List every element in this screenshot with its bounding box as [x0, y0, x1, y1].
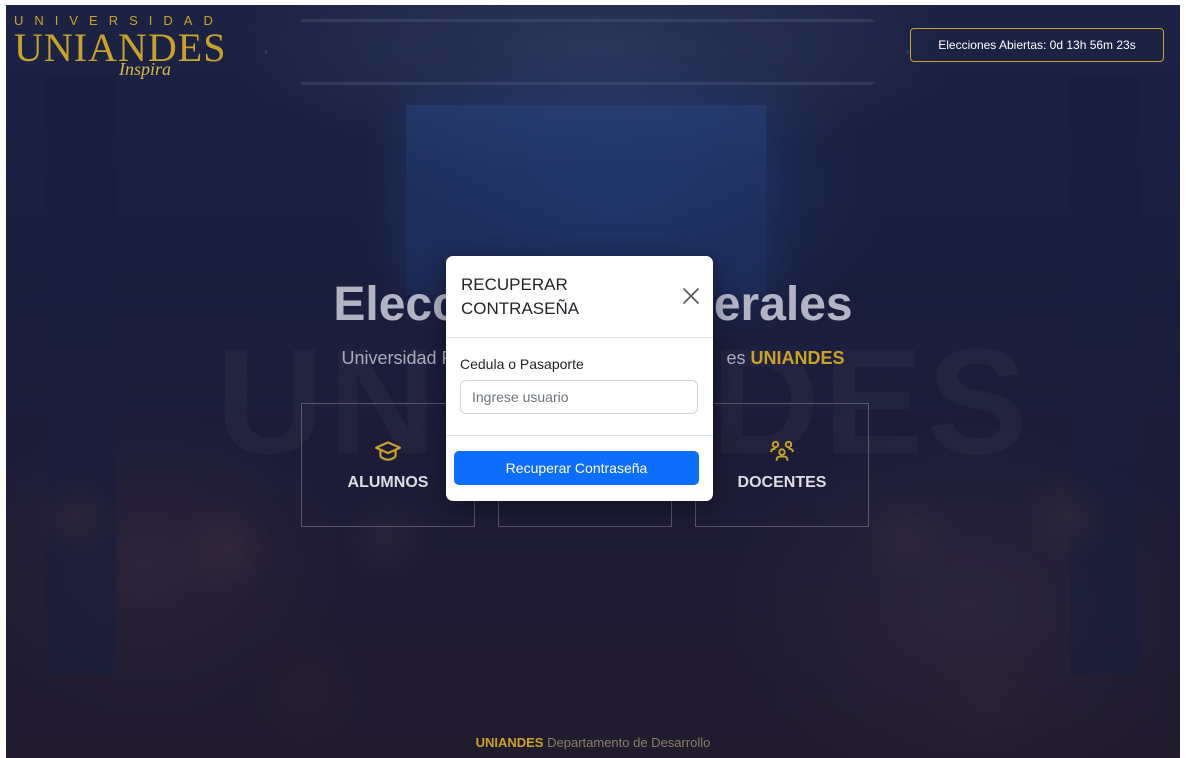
modal-body: Cedula o Pasaporte [446, 338, 713, 436]
users-icon [770, 440, 794, 461]
card-alumnos-label: ALUMNOS [347, 474, 429, 491]
logo-script-text: Inspira [119, 59, 172, 79]
graduation-cap-icon [375, 441, 401, 461]
university-logo: UNIVERSIDAD UNIANDES Inspira [14, 13, 226, 79]
hero-subtitle-brand: UNIANDES [750, 348, 845, 368]
footer-text: Departamento de Desarrollo [547, 735, 711, 750]
modal-header: RECUPERAR CONTRASEÑA [446, 256, 713, 338]
recover-password-button[interactable]: Recuperar Contraseña [454, 451, 699, 485]
hero-title-left: Elecc [333, 278, 459, 331]
election-timer: Elecciones Abiertas: 0d 13h 56m 23s [910, 28, 1164, 62]
card-docentes[interactable]: DOCENTES [695, 403, 869, 527]
page-footer: UNIANDES Departamento de Desarrollo [6, 735, 1180, 750]
modal-title: RECUPERAR CONTRASEÑA [461, 275, 580, 318]
footer-brand: UNIANDES [475, 735, 544, 750]
close-icon [683, 288, 699, 304]
close-button[interactable] [681, 286, 701, 306]
hero-subtitle-right: es [726, 348, 751, 368]
modal-footer: Recuperar Contraseña [446, 436, 713, 485]
card-docentes-label: DOCENTES [737, 474, 827, 491]
recover-password-modal: RECUPERAR CONTRASEÑA Cedula o Pasaporte … [446, 256, 713, 501]
id-field-label: Cedula o Pasaporte [460, 356, 584, 372]
id-input[interactable] [460, 380, 698, 414]
hero-title-right: erales [713, 278, 853, 331]
